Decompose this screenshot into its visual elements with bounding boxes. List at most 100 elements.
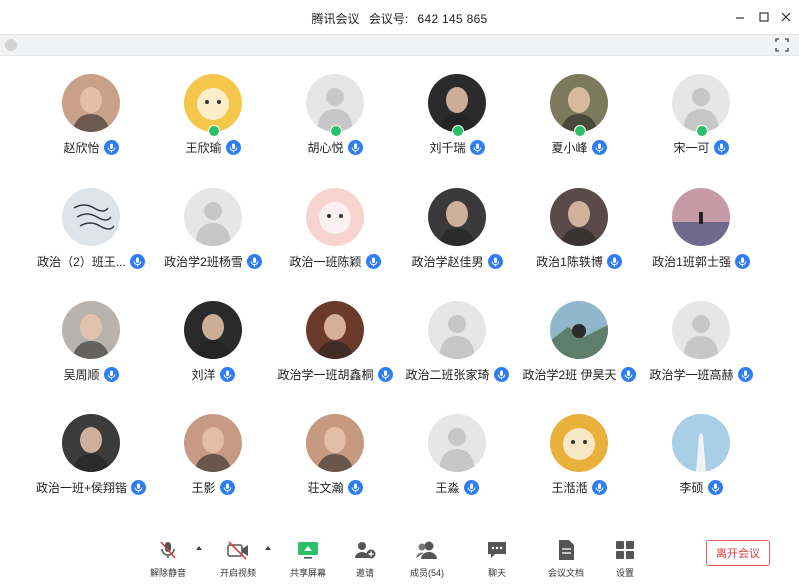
avatar [306,188,364,246]
chat-icon [488,542,506,558]
mic-icon [591,480,607,495]
participant-name: 政治1班郭士强 [652,255,731,269]
participant-name-row: 政治学一班高赫 [606,366,796,383]
add-person-icon [355,542,376,559]
avatar [184,301,242,359]
app-name: 腾讯会议 [311,12,360,26]
meeting-id: 642 145 865 [417,12,488,26]
mic-icon [347,140,363,155]
mic-icon [713,140,729,155]
settings-label: 设置 [615,568,634,578]
participant-name: 王影 [191,481,216,495]
settings-button[interactable]: 设置 [597,538,653,582]
participant-name: 政治学2班 伊昊天 [522,368,617,382]
avatar [672,414,730,472]
info-collapse-icon[interactable] [5,39,17,51]
avatar [428,301,486,359]
fullscreen-icon[interactable] [775,38,789,52]
mic-icon [103,140,119,155]
participant-tile[interactable]: 李硕 [636,394,766,504]
avatar [62,74,120,132]
avatar [306,301,364,359]
participant-tile[interactable]: 政治学一班高赫 [636,281,766,391]
participant-name: 政治一班陈颖 [289,255,362,269]
participant-name: 宋一可 [673,141,710,155]
avatar [550,301,608,359]
share-screen-button[interactable]: 共享屏幕 [280,538,336,582]
avatar [62,414,120,472]
mic-muted-icon [160,541,176,559]
avatar [672,188,730,246]
participant-name-row: 宋一可 [606,139,796,156]
mic-icon [103,367,119,382]
avatar [672,74,730,132]
title-bar: 腾讯会议 会议号: 642 145 865 [0,0,799,34]
role-badge-icon [574,125,586,137]
chat-button[interactable]: 聊天 [469,538,525,582]
audio-options-caret-icon[interactable] [195,544,203,552]
maximize-button[interactable] [755,8,773,26]
participant-name: 政治二班张家琦 [405,368,490,382]
participant-name-row: 政治1班郭士强 [606,253,796,270]
avatar [184,188,242,246]
avatar [184,74,242,132]
minimize-icon [736,17,744,19]
participant-name: 政治学2班杨雪 [164,255,243,269]
avatar [550,188,608,246]
mic-icon [225,140,241,155]
participant-name: 王湉湉 [551,481,588,495]
mic-icon [219,480,235,495]
members-button[interactable]: 成员(54) [399,538,455,582]
role-badge-icon [696,125,708,137]
participant-name: 刘洋 [191,368,216,382]
participant-name: 赵欣怡 [63,141,100,155]
video-options-caret-icon[interactable] [264,544,272,552]
share-screen-label: 共享屏幕 [289,568,326,578]
participant-name: 胡心悦 [307,141,344,155]
start-video-label: 开启视频 [219,568,256,578]
avatar [672,301,730,359]
start-video-button[interactable]: 开启视频 [210,538,266,582]
mic-icon [347,480,363,495]
close-icon [781,12,791,22]
participant-name: 王淼 [435,481,460,495]
minimize-button[interactable] [731,8,749,26]
share-screen-icon [298,542,318,559]
mic-icon [463,480,479,495]
close-button[interactable] [777,8,795,26]
mic-icon [591,140,607,155]
unmute-button[interactable]: 解除静音 [140,538,196,582]
invite-button[interactable]: 邀请 [337,538,393,582]
mic-icon [734,254,750,269]
participant-grid: 赵欣怡 王欣瑜 胡心悦 刘千瑞 夏小峰 宋一可 政治（2）班王... 政治学2班杨雪 政治一班陈… [0,54,799,534]
role-badge-icon [330,125,342,137]
mic-icon [469,140,485,155]
avatar [550,74,608,132]
avatar [428,188,486,246]
bottom-toolbar: 解除静音 开启视频 共享屏幕 邀请 成员(54) 聊天 会议文档 设置 [0,534,799,584]
role-badge-icon [208,125,220,137]
chat-label: 聊天 [487,568,506,578]
participant-name: 政治学赵佳男 [411,255,484,269]
participant-tile[interactable]: 政治1班郭士强 [636,168,766,278]
mic-icon [737,367,753,382]
avatar [306,74,364,132]
participant-name: 荘文瀚 [307,481,344,495]
participant-tile[interactable]: 宋一可 [636,54,766,164]
avatar [550,414,608,472]
mic-icon [219,367,235,382]
members-icon [416,541,437,559]
avatar [62,301,120,359]
leave-meeting-button[interactable]: 离开会议 [706,540,770,566]
avatar [306,414,364,472]
maximize-icon [759,12,769,22]
avatar [62,188,120,246]
docs-label: 会议文档 [547,568,584,578]
role-badge-icon [452,125,464,137]
participant-name: 政治（2）班王... [37,255,126,269]
meeting-id-label: 会议号: [368,12,409,26]
mic-icon [707,480,723,495]
docs-button[interactable]: 会议文档 [538,538,594,582]
participant-name: 刘千瑞 [429,141,466,155]
avatar [428,414,486,472]
